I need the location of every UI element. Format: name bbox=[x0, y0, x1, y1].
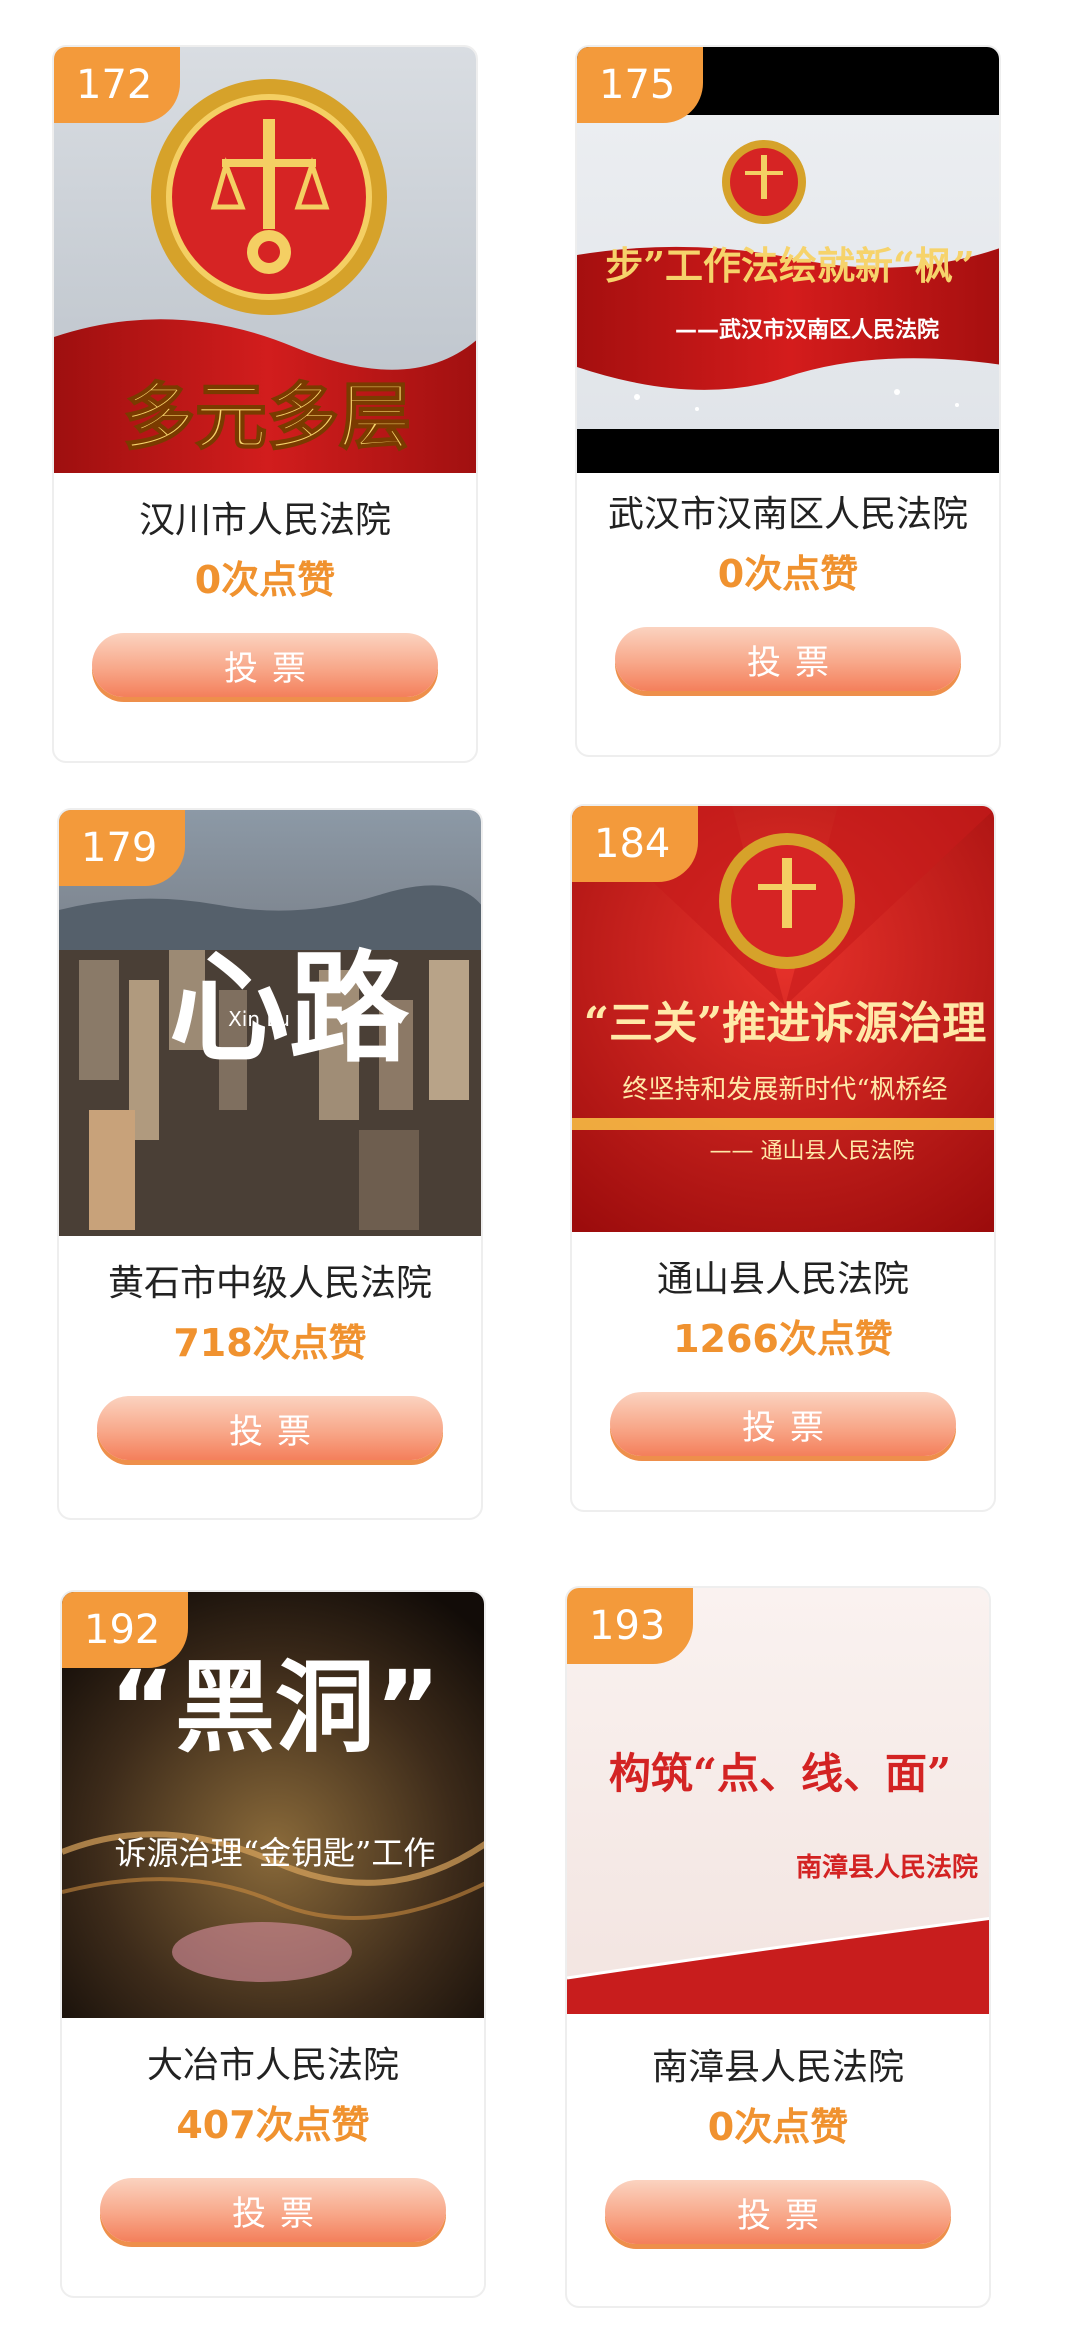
entry-number-badge: 175 bbox=[577, 47, 704, 123]
court-name: 黄石市中级人民法院 bbox=[107, 1263, 432, 1304]
vote-button[interactable]: 投票 bbox=[92, 633, 438, 697]
court-name: 汉川市人民法院 bbox=[138, 500, 391, 541]
like-count: 0次点赞 bbox=[717, 552, 859, 596]
video-thumbnail[interactable]: “黑洞” 诉源治理“金钥匙”工作 192 bbox=[62, 1592, 484, 2018]
court-name: 大冶市人民法院 bbox=[146, 2045, 399, 2086]
thumbnail-subtitle: 南漳县人民法院 bbox=[796, 1852, 978, 1883]
video-thumbnail[interactable]: 构筑“点、线、面” 南漳县人民法院 193 bbox=[567, 1588, 989, 2014]
entry-number-badge: 192 bbox=[62, 1592, 189, 1668]
entry-card[interactable]: 构筑“点、线、面” 南漳县人民法院 193 南漳县人民法院 0次点赞 投票 bbox=[565, 1586, 991, 2308]
video-thumbnail[interactable]: 步”工作法绘就新“枫” ——武汉市汉南区人民法院 175 bbox=[577, 47, 999, 473]
thumbnail-subtitle: 诉源治理“金钥匙”工作 bbox=[115, 1834, 436, 1872]
thumbnail-subtitle: Xin Lu bbox=[228, 1007, 290, 1031]
thumbnail-headline: “三关”推进诉源治理 bbox=[584, 998, 987, 1049]
vote-button[interactable]: 投票 bbox=[610, 1392, 956, 1456]
entry-card[interactable]: 步”工作法绘就新“枫” ——武汉市汉南区人民法院 175 武汉市汉南区人民法院 … bbox=[575, 45, 1001, 757]
entry-number-badge: 179 bbox=[59, 810, 186, 886]
vote-button[interactable]: 投票 bbox=[615, 627, 961, 691]
entry-card[interactable]: “黑洞” 诉源治理“金钥匙”工作 192 大冶市人民法院 407次点赞 投票 bbox=[60, 1590, 486, 2298]
video-thumbnail[interactable]: “三关”推进诉源治理 终坚持和发展新时代“枫桥经 —— 通山县人民法院 184 bbox=[572, 806, 994, 1232]
entry-card[interactable]: “三关”推进诉源治理 终坚持和发展新时代“枫桥经 —— 通山县人民法院 184 … bbox=[570, 804, 996, 1512]
entry-card[interactable]: 多元多层 172 汉川市人民法院 0次点赞 投票 bbox=[52, 45, 478, 763]
like-count: 718次点赞 bbox=[173, 1321, 367, 1365]
court-name: 通山县人民法院 bbox=[656, 1259, 909, 1300]
like-count: 1266次点赞 bbox=[673, 1317, 893, 1361]
entry-card[interactable]: 心路 Xin Lu 179 黄石市中级人民法院 718次点赞 投票 bbox=[57, 808, 483, 1520]
thumbnail-subtitle: —— 通山县人民法院 bbox=[710, 1139, 915, 1164]
thumbnail-line2: 终坚持和发展新时代“枫桥经 bbox=[622, 1075, 947, 1105]
like-count: 407次点赞 bbox=[176, 2103, 370, 2147]
entry-number-badge: 184 bbox=[572, 806, 699, 882]
entry-number-badge: 193 bbox=[567, 1588, 694, 1664]
vote-button[interactable]: 投票 bbox=[97, 1396, 443, 1460]
court-name: 南漳县人民法院 bbox=[651, 2047, 904, 2088]
vote-button[interactable]: 投票 bbox=[605, 2180, 951, 2244]
vote-button[interactable]: 投票 bbox=[100, 2178, 446, 2242]
thumbnail-subtitle: ——武汉市汉南区人民法院 bbox=[675, 317, 939, 343]
thumbnail-headline: 多元多层 bbox=[123, 374, 411, 459]
thumbnail-headline: 步”工作法绘就新“枫” bbox=[605, 243, 975, 288]
video-thumbnail[interactable]: 多元多层 172 bbox=[54, 47, 476, 473]
thumbnail-headline: “黑洞” bbox=[109, 1649, 440, 1766]
court-name: 武汉市汉南区人民法院 bbox=[607, 494, 968, 535]
like-count: 0次点赞 bbox=[194, 558, 336, 602]
entry-number-badge: 172 bbox=[54, 47, 181, 123]
like-count: 0次点赞 bbox=[707, 2105, 849, 2149]
video-thumbnail[interactable]: 心路 Xin Lu 179 bbox=[59, 810, 481, 1236]
thumbnail-headline: 构筑“点、线、面” bbox=[609, 1749, 951, 1798]
